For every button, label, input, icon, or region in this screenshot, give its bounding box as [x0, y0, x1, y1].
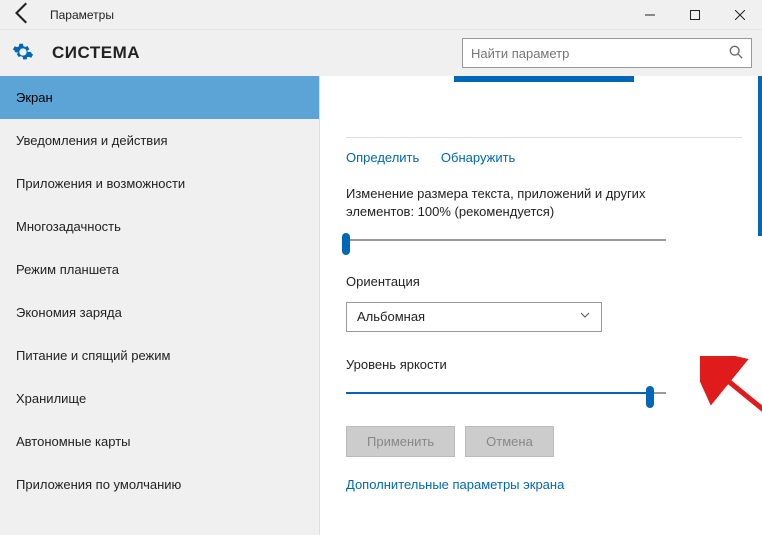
- identify-link[interactable]: Обнаружить: [441, 150, 515, 165]
- sidebar-item-display[interactable]: Экран: [0, 76, 319, 119]
- display-preview[interactable]: [346, 88, 742, 138]
- sidebar-item-offline-maps[interactable]: Автономные карты: [0, 420, 319, 463]
- header: СИСТЕМА: [0, 30, 762, 76]
- back-button[interactable]: [10, 0, 36, 29]
- advanced-display-link[interactable]: Дополнительные параметры экрана: [346, 477, 742, 492]
- cancel-button[interactable]: Отмена: [465, 426, 554, 457]
- sidebar-item-default-apps[interactable]: Приложения по умолчанию: [0, 463, 319, 506]
- brightness-slider-thumb[interactable]: [646, 386, 654, 408]
- sidebar-item-power[interactable]: Питание и спящий режим: [0, 334, 319, 377]
- brightness-slider[interactable]: [346, 384, 666, 402]
- chevron-down-icon: [579, 309, 591, 324]
- gear-icon: [12, 41, 34, 66]
- display-links: Определить Обнаружить: [346, 150, 742, 165]
- scale-label: Изменение размера текста, приложений и д…: [346, 185, 686, 221]
- scale-slider-thumb[interactable]: [342, 233, 350, 255]
- close-button[interactable]: [717, 0, 762, 29]
- orientation-select[interactable]: Альбомная: [346, 302, 602, 332]
- window-controls: [627, 0, 762, 29]
- sidebar-item-multitasking[interactable]: Многозадачность: [0, 205, 319, 248]
- sidebar-item-battery[interactable]: Экономия заряда: [0, 291, 319, 334]
- scale-slider[interactable]: [346, 231, 666, 249]
- orientation-label: Ориентация: [346, 273, 686, 291]
- maximize-button[interactable]: [672, 0, 717, 29]
- search-input[interactable]: [471, 46, 729, 61]
- main-panel: Определить Обнаружить Изменение размера …: [320, 76, 762, 535]
- detect-link[interactable]: Определить: [346, 150, 419, 165]
- search-icon: [729, 45, 743, 62]
- orientation-value: Альбомная: [357, 309, 425, 324]
- titlebar: Параметры: [0, 0, 762, 30]
- sidebar-item-tablet[interactable]: Режим планшета: [0, 248, 319, 291]
- apply-button[interactable]: Применить: [346, 426, 455, 457]
- brightness-label: Уровень яркости: [346, 356, 686, 374]
- section-title: СИСТЕМА: [34, 43, 462, 63]
- sidebar: Экран Уведомления и действия Приложения …: [0, 76, 320, 535]
- minimize-button[interactable]: [627, 0, 672, 29]
- search-box[interactable]: [462, 38, 752, 68]
- sidebar-item-storage[interactable]: Хранилище: [0, 377, 319, 420]
- scrollbar[interactable]: [758, 76, 762, 236]
- sidebar-item-notifications[interactable]: Уведомления и действия: [0, 119, 319, 162]
- sidebar-item-apps[interactable]: Приложения и возможности: [0, 162, 319, 205]
- window-title: Параметры: [36, 8, 627, 22]
- display-preview-selection: [454, 76, 634, 82]
